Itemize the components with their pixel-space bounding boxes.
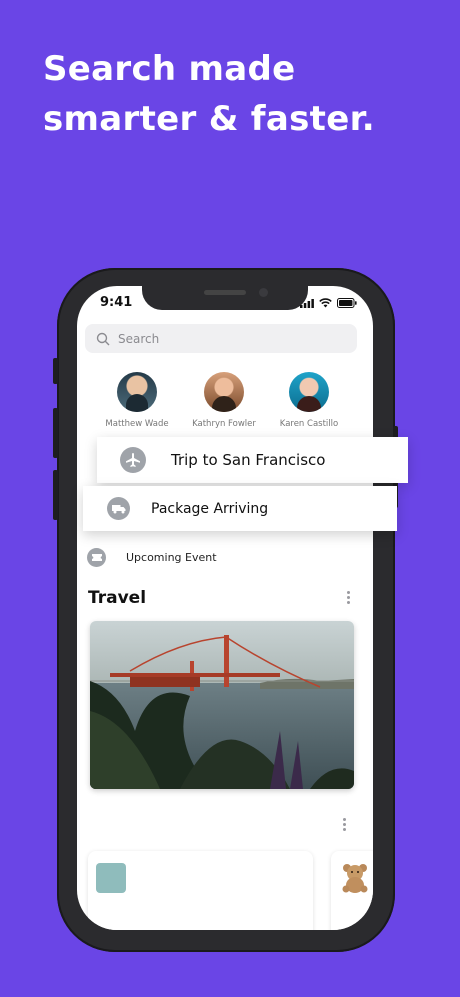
trip-label: Trip to San Francisco — [171, 451, 326, 469]
contact-name: Kathryn Fowler — [192, 419, 256, 429]
trip-icon-circle — [120, 447, 146, 473]
more-vertical-icon[interactable] — [347, 591, 351, 604]
search-field[interactable]: Search — [85, 324, 357, 353]
contact-name: Karen Castillo — [279, 419, 339, 429]
truck-icon — [111, 504, 125, 513]
wifi-icon — [319, 298, 332, 308]
notch — [142, 286, 308, 310]
avatar — [289, 372, 329, 412]
mini-card-1[interactable] — [88, 851, 313, 930]
result-trip-card[interactable]: Trip to San Francisco — [97, 437, 408, 483]
search-icon — [96, 332, 110, 345]
event-icon-circle — [87, 548, 106, 567]
contact-name: Matthew Wade — [105, 419, 169, 429]
travel-photo-golden-gate[interactable] — [90, 621, 354, 789]
side-button-volume-down — [53, 470, 58, 520]
contact-karen-castillo[interactable]: Karen Castillo — [264, 372, 354, 429]
side-button-volume-up — [53, 408, 58, 458]
front-camera — [259, 288, 268, 297]
result-package-card[interactable]: Package Arriving — [83, 486, 397, 531]
headline-line-1: Search made — [43, 49, 296, 89]
contact-kathryn-fowler[interactable]: Kathryn Fowler — [179, 372, 269, 429]
speaker — [204, 290, 246, 295]
avatar — [204, 372, 244, 412]
package-icon-circle — [107, 497, 130, 520]
avatar — [117, 372, 157, 412]
section-title-travel: Travel — [88, 588, 147, 608]
headline: Search made smarter & faster. — [43, 44, 375, 144]
status-icons — [300, 298, 357, 308]
phone-screen: 9:41 Search Matthew Wade Kathryn Fowler … — [77, 286, 373, 930]
teddy-bear-icon — [342, 864, 368, 893]
event-label: Upcoming Event — [126, 551, 217, 564]
mini-card-thumbnail — [96, 863, 126, 893]
battery-icon — [337, 298, 357, 308]
result-upcoming-event[interactable]: Upcoming Event — [87, 548, 217, 567]
mini-card-2[interactable] — [331, 851, 373, 930]
headline-line-2: smarter & faster. — [43, 99, 376, 139]
more-vertical-icon[interactable] — [343, 818, 347, 831]
ticket-icon — [91, 554, 102, 561]
status-time: 9:41 — [100, 295, 133, 310]
signal-icon — [300, 298, 314, 308]
airplane-icon — [126, 453, 140, 467]
contact-matthew-wade[interactable]: Matthew Wade — [92, 372, 182, 429]
side-button-silent — [53, 358, 58, 384]
search-placeholder: Search — [118, 331, 160, 346]
package-label: Package Arriving — [151, 500, 269, 517]
